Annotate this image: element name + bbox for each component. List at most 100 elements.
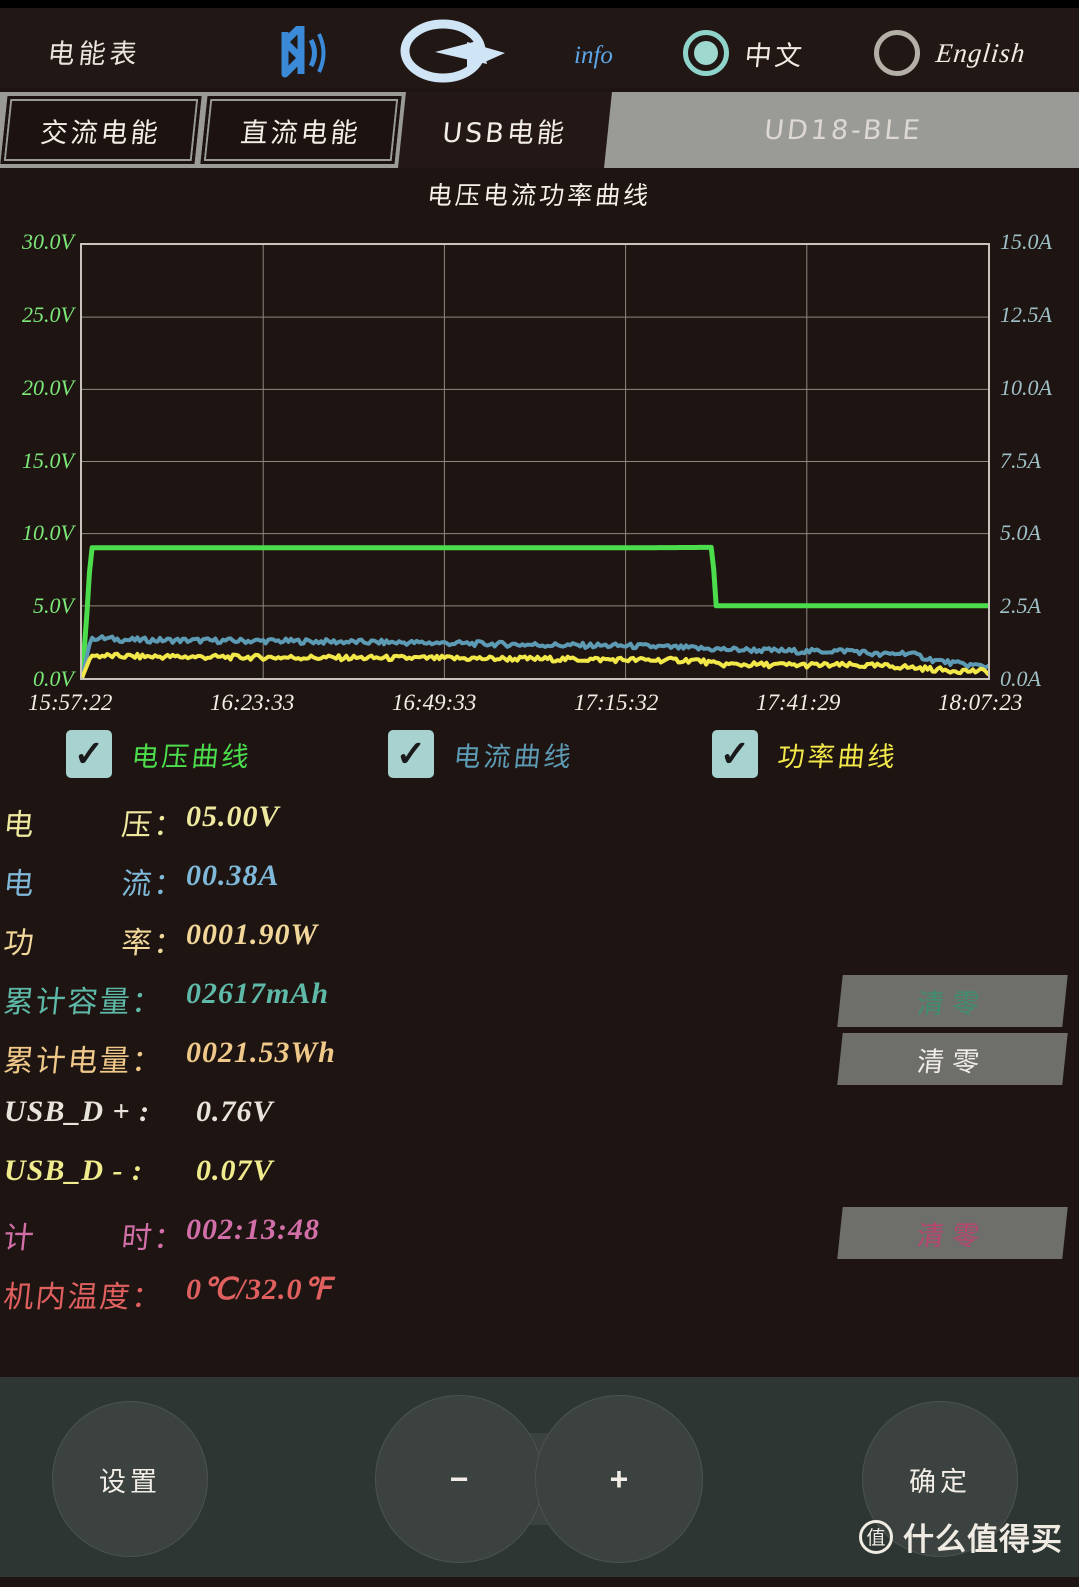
watermark-badge-icon: 值 [859,1519,893,1554]
stepper-group: − + [375,1395,703,1563]
tab-ac-power[interactable]: 交流电能 [0,96,202,164]
reading-label-part: 流： [119,867,188,902]
reading-value: 0.07V [196,1154,274,1187]
page-title: 电能表 [46,39,143,70]
info-link[interactable]: info [574,42,613,70]
reading-label-part: 时： [119,1221,188,1256]
bottom-edge [0,1577,1079,1587]
settings-button[interactable]: 设置 [52,1401,208,1557]
chart-left-tick: 15.0V [22,447,74,473]
reading-row: 电 流： 00.38A [0,859,1079,918]
tab-ac-power-label: 交流电能 [39,117,163,149]
chart-left-tick: 30.0V [22,229,74,254]
chart-right-tick: 7.5A [1000,447,1041,473]
lang-option-chinese[interactable]: 中文 [683,30,807,76]
reading-value: 0001.90W [186,918,319,951]
tab-usb-power[interactable]: USB电能 [398,92,612,168]
clear-energy-label: 清零 [915,1046,989,1078]
reading-label: USB_D - : [4,1154,144,1187]
clear-timer-label: 清零 [915,1220,989,1252]
legend-label: 功率曲线 [776,741,900,773]
chart-left-tick: 0.0V [33,666,74,691]
chart-x-tick: 16:23:33 [210,690,295,715]
reading-value: 0℃/32.0℉ [186,1273,333,1306]
tab-device-name[interactable]: UD18-BLE [604,92,1079,168]
increment-button-label: + [609,1460,629,1497]
tab-usb-power-label: USB电能 [440,117,569,149]
reading-row: 机内温度： 0℃/32.0℉ [0,1272,1079,1331]
reading-row: USB_D - : 0.07V [0,1154,1079,1213]
reading-row: 功 率： 0001.90W [0,918,1079,977]
chart-x-tick: 17:15:32 [574,690,659,715]
reading-value: 02617mAh [186,977,330,1010]
chart-x-axis-ticks: 15:57:22 16:23:33 16:49:33 17:15:32 17:41:29… [0,690,1079,724]
chart-right-tick: 10.0A [1000,374,1052,400]
status-bar [0,0,1079,8]
chart-right-tick: 0.0A [1000,666,1041,691]
clear-energy-button[interactable]: 清零 [837,1033,1068,1085]
reading-label-part: 压： [119,808,188,843]
bottom-control-bar: 设置 − + 确定 值 什么值得买 [0,1377,1079,1577]
lang-english-label: English [934,37,1028,68]
legend-checkbox[interactable]: ✓ [388,730,434,778]
lang-option-english[interactable]: English [874,30,1028,76]
decrement-button[interactable]: − [375,1395,543,1563]
legend-checkbox[interactable]: ✓ [66,730,112,778]
clear-capacity-button[interactable]: 清零 [837,975,1068,1027]
refresh-icon[interactable] [395,18,515,88]
chart-x-tick: 15:57:22 [28,690,113,715]
reading-row: USB_D + : 0.76V [0,1095,1079,1154]
chart-x-tick: 16:49:33 [392,690,477,715]
settings-button-label: 设置 [99,1466,161,1498]
clear-timer-button[interactable]: 清零 [837,1207,1068,1259]
reading-label-part: 率： [119,926,188,961]
reading-value: 0.76V [196,1095,274,1128]
header-bar: 电能表 info 中文 English [0,8,1079,88]
legend-item-2[interactable]: ✓ 电流曲线 [388,730,576,778]
bluetooth-icon[interactable] [265,22,331,80]
reading-value: 0021.53Wh [186,1036,336,1069]
reading-label: 功 率： [2,918,189,962]
clear-capacity-label: 清零 [915,988,989,1020]
reading-label: 电 压： [2,800,189,844]
chart-right-tick: 2.5A [1000,593,1041,619]
chart-left-tick: 5.0V [33,593,74,619]
chart-left-tick: 10.0V [22,520,74,546]
legend-label: 电流曲线 [452,741,576,773]
watermark-text: 什么值得买 [903,1522,1063,1558]
legend-item-1[interactable]: ✓ 电压曲线 [66,730,253,778]
reading-label: 累计电量： [1,1044,166,1079]
reading-label-part: 功 [1,926,38,961]
lang-chinese-label: 中文 [743,40,807,72]
reading-row: 电 压： 05.00V [0,800,1079,859]
tab-dc-power-label: 直流电能 [239,117,363,149]
tab-bar: 交流电能 直流电能 USB电能 UD18-BLE [0,92,1079,168]
chart-x-tick: 17:41:29 [756,690,841,715]
chart-series-line [80,651,990,680]
reading-label: USB_D + : [4,1095,151,1128]
chart-right-tick: 15.0A [1000,229,1052,254]
chart-left-tick: 20.0V [22,374,74,400]
legend-checkbox[interactable]: ✓ [712,730,758,778]
chart-plot-area [79,243,991,681]
reading-label: 累计容量： [1,985,166,1020]
confirm-button-label: 确定 [909,1466,971,1498]
chart-area: 30.0V 25.0V 20.0V 15.0V 10.0V 5.0V 0.0V 15.0A 1… [0,225,1079,725]
reading-value: 00.38A [186,859,280,892]
decrement-button-label: − [449,1460,469,1497]
legend-item-3[interactable]: ✓ 功率曲线 [712,730,900,778]
radio-chinese-icon[interactable] [683,30,729,76]
tab-device-name-label: UD18-BLE [762,114,925,146]
reading-value: 05.00V [186,800,280,833]
increment-button[interactable]: + [535,1395,703,1563]
radio-english-icon[interactable] [874,30,920,76]
reading-label: 计 时： [2,1213,189,1257]
watermark: 值 什么值得买 [859,1514,1063,1559]
chart-left-tick: 25.0V [22,301,74,327]
chart-title: 电压电流功率曲线 [425,181,653,210]
reading-label-part: 电 [1,867,38,902]
reading-label: 电 流： [2,859,189,903]
tab-dc-power[interactable]: 直流电能 [200,96,402,164]
reading-label-part: 计 [1,1221,38,1256]
reading-label: 机内温度： [1,1280,166,1315]
